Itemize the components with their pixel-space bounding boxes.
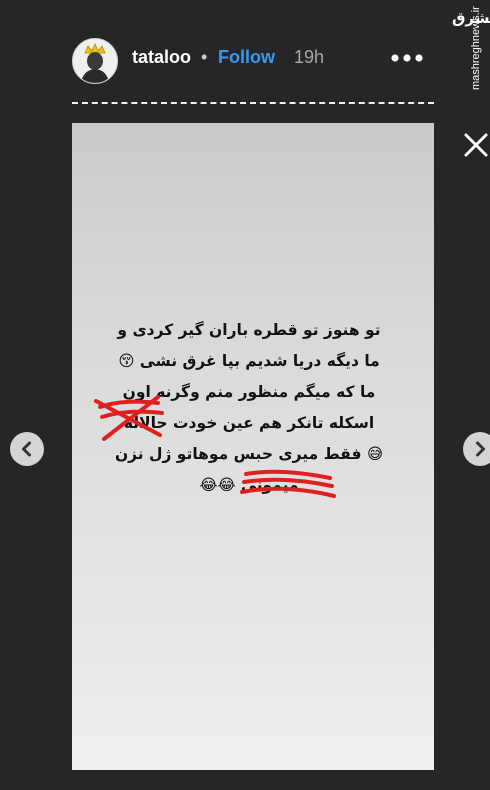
- story-progress-bar: [72, 102, 434, 104]
- avatar[interactable]: [72, 38, 118, 84]
- previous-story-button[interactable]: [10, 432, 44, 466]
- separator-dot: •: [201, 47, 208, 67]
- chevron-left-icon: [22, 441, 31, 457]
- story-line: تو هنوز تو قطره باران گیر کردی و: [117, 321, 381, 339]
- next-story-button[interactable]: [463, 432, 490, 466]
- story-text: تو هنوز تو قطره باران گیر کردی و ما دیگه…: [82, 315, 416, 501]
- username[interactable]: tataloo: [132, 47, 191, 68]
- more-options-icon[interactable]: [388, 48, 428, 68]
- story-content[interactable]: تو هنوز تو قطره باران گیر کردی و ما دیگه…: [72, 123, 434, 770]
- close-icon[interactable]: [462, 131, 490, 159]
- post-time: 19h: [294, 47, 325, 67]
- story-line: میمونی 😂😂: [199, 476, 299, 494]
- story-line: ما که میگم منظور منم وگرنه اون: [122, 383, 376, 401]
- story-line: 😅 فقط میری حبس موهاتو ژل نزن: [114, 445, 384, 463]
- story-line: ما دیگه دریا شدیم بپا غرق نشی 😚: [118, 352, 380, 370]
- follow-button[interactable]: Follow: [218, 47, 275, 68]
- watermark-url: mashreghnews.ir: [470, 6, 482, 90]
- story-line: اسکله تانکر هم عین خودت حالاله: [123, 414, 375, 432]
- chevron-right-icon: [476, 441, 485, 457]
- story-header: tataloo • Follow 19h: [72, 36, 434, 84]
